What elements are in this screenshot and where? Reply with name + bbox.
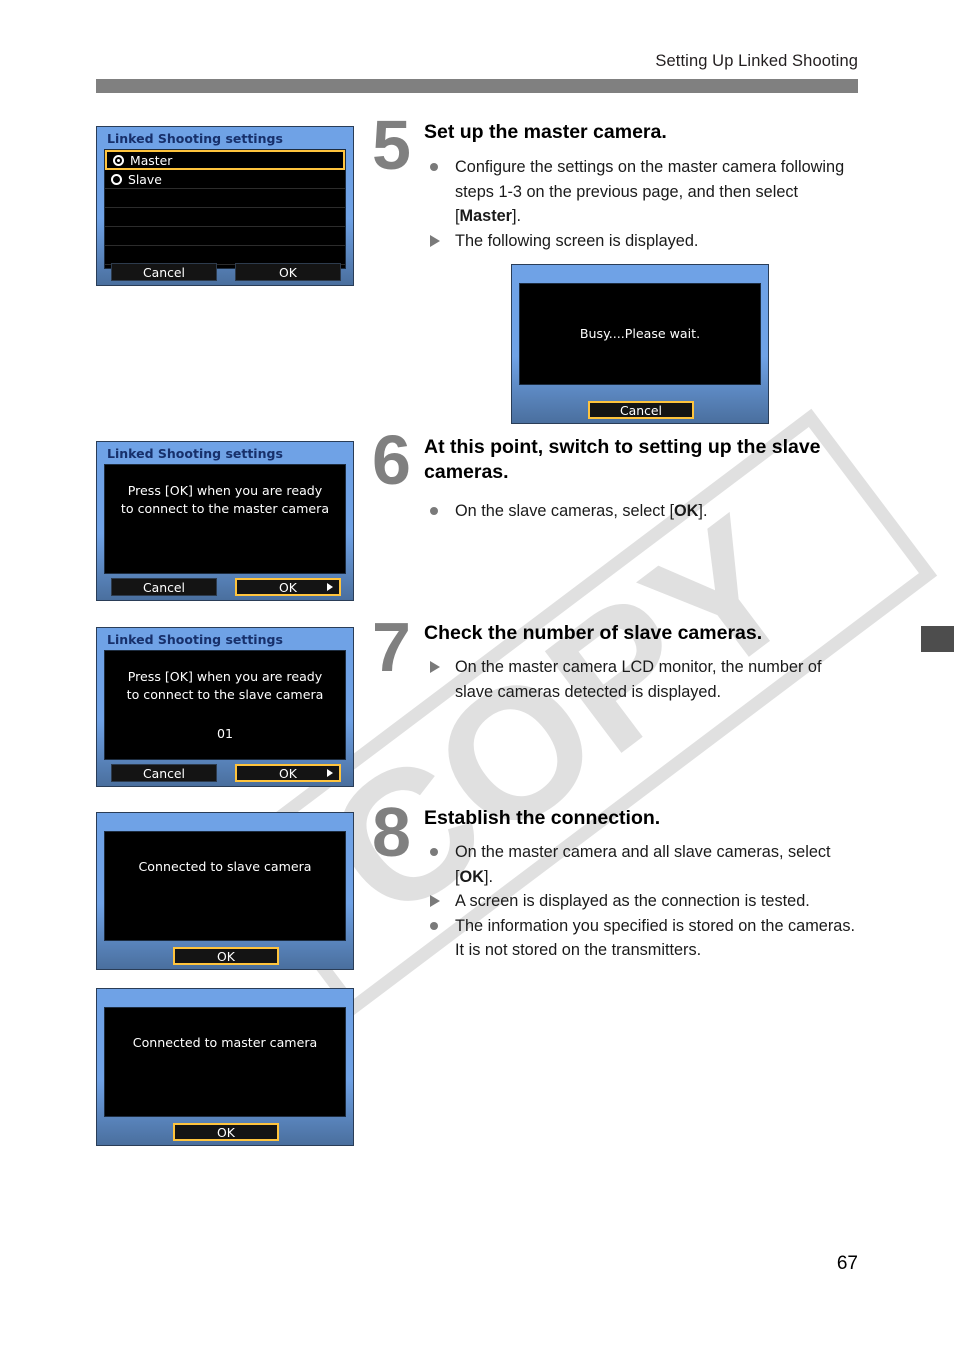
list-item-text: The information you specified is stored … xyxy=(455,916,855,960)
lcd-cancel-button[interactable]: Cancel xyxy=(588,401,694,419)
list-item: On the master camera and all slave camer… xyxy=(424,840,860,889)
radio-selected-icon xyxy=(113,154,124,166)
lcd-ready-connect-master: Linked Shooting settings Press [OK] when… xyxy=(96,441,354,601)
lcd-ok-label: OK xyxy=(279,765,297,781)
header-rule xyxy=(96,79,858,93)
lcd-command-bar: Cancel OK xyxy=(97,259,353,285)
lcd-ok-button[interactable]: OK xyxy=(235,764,341,782)
step-number-8: 8 xyxy=(372,793,411,871)
lcd-title: Linked Shooting settings xyxy=(107,446,283,461)
arrow-right-icon xyxy=(327,769,333,777)
manual-page: Setting Up Linked Shooting COPY Linked S… xyxy=(0,0,954,1352)
list-item-text: On the master camera LCD monitor, the nu… xyxy=(455,658,822,701)
bullet-dot-icon xyxy=(430,507,438,515)
step-body-8: On the master camera and all slave camer… xyxy=(424,840,860,963)
step-body-7: On the master camera LCD monitor, the nu… xyxy=(424,655,860,704)
step-title-8: Establish the connection. xyxy=(424,807,661,829)
lcd-message: Busy....Please wait. xyxy=(579,326,701,341)
list-item-text: The following screen is displayed. xyxy=(455,231,699,250)
lcd-cancel-button[interactable]: Cancel xyxy=(111,764,217,782)
list-item-text: A screen is displayed as the connection … xyxy=(455,892,810,910)
lcd-cancel-button[interactable]: Cancel xyxy=(111,263,217,281)
lcd-message: Connected to master camera xyxy=(132,1035,318,1050)
list-item: The information you specified is stored … xyxy=(424,914,860,963)
lcd-connected-to-slave-camera: Connected to slave camera OK xyxy=(96,812,354,970)
lcd-option-slave[interactable]: Slave xyxy=(105,170,345,189)
lcd-option-list: Master Slave xyxy=(104,149,346,269)
lcd-message: Connected to slave camera xyxy=(138,859,312,874)
lcd-message: Press [OK] when you are ready to connect… xyxy=(126,669,324,702)
lcd-command-bar: Cancel OK xyxy=(97,574,353,600)
running-head: Setting Up Linked Shooting xyxy=(655,52,858,70)
lcd-slave-count: 01 xyxy=(216,726,234,741)
lcd-message: Press [OK] when you are ready to connect… xyxy=(120,483,330,516)
lcd-command-bar: Cancel OK xyxy=(97,760,353,786)
step-number-7: 7 xyxy=(372,608,411,686)
triangle-marker-icon xyxy=(430,895,440,907)
lcd-command-bar: OK xyxy=(97,1119,353,1145)
step-body-6: On the slave cameras, select [OK]. xyxy=(424,499,860,524)
list-item-text: On the slave cameras, select [OK]. xyxy=(455,502,708,520)
edge-tab-marker xyxy=(921,626,954,652)
bullet-dot-icon xyxy=(430,163,438,171)
bullet-dot-icon xyxy=(430,921,438,930)
lcd-stage xyxy=(104,464,346,574)
list-item-text: On the master camera and all slave camer… xyxy=(455,843,831,886)
lcd-ok-button[interactable]: OK xyxy=(173,947,279,965)
lcd-busy-please-wait: Busy....Please wait. Cancel xyxy=(511,264,769,424)
page-number: 67 xyxy=(836,1253,858,1274)
lcd-stage xyxy=(104,650,346,760)
step-title-6: At this point, switch to setting up the … xyxy=(424,436,821,483)
list-item: On the master camera LCD monitor, the nu… xyxy=(424,655,860,704)
arrow-right-icon xyxy=(327,583,333,591)
lcd-command-bar: OK xyxy=(97,943,353,969)
step-body-5: Configure the settings on the master cam… xyxy=(424,155,860,253)
lcd-option-label: Slave xyxy=(128,171,162,187)
lcd-option-master[interactable]: Master xyxy=(105,150,345,170)
bullet-dot-icon xyxy=(430,848,438,856)
list-item-text: Configure the settings on the master cam… xyxy=(455,158,845,225)
step-number-6: 6 xyxy=(372,421,411,499)
list-item: On the slave cameras, select [OK]. xyxy=(424,499,860,524)
list-item: The following screen is displayed. xyxy=(424,229,860,254)
step-number-5: 5 xyxy=(372,106,411,184)
lcd-linked-shooting-settings-master: Linked Shooting settings Master Slave Ca… xyxy=(96,126,354,286)
lcd-title: Linked Shooting settings xyxy=(107,632,283,647)
lcd-stage xyxy=(104,831,346,941)
lcd-ready-connect-slave: Linked Shooting settings Press [OK] when… xyxy=(96,627,354,787)
lcd-command-bar: Cancel xyxy=(512,397,768,423)
list-item: A screen is displayed as the connection … xyxy=(424,889,860,914)
lcd-option-empty xyxy=(105,208,345,227)
radio-unselected-icon xyxy=(111,173,122,185)
step-title-5: Set up the master camera. xyxy=(424,121,667,143)
lcd-ok-button[interactable]: OK xyxy=(173,1123,279,1141)
step-title-7: Check the number of slave cameras. xyxy=(424,622,763,644)
list-item: Configure the settings on the master cam… xyxy=(424,155,860,229)
triangle-marker-icon xyxy=(430,234,440,247)
lcd-cancel-button[interactable]: Cancel xyxy=(111,578,217,596)
lcd-option-empty xyxy=(105,189,345,208)
lcd-title: Linked Shooting settings xyxy=(107,131,283,146)
lcd-ok-button[interactable]: OK xyxy=(235,578,341,596)
lcd-stage xyxy=(104,1007,346,1117)
lcd-option-empty xyxy=(105,227,345,246)
triangle-marker-icon xyxy=(430,661,440,673)
lcd-ok-button[interactable]: OK xyxy=(235,263,341,281)
lcd-option-label: Master xyxy=(130,152,173,168)
lcd-ok-label: OK xyxy=(279,579,297,595)
lcd-connected-to-master-camera: Connected to master camera OK xyxy=(96,988,354,1146)
